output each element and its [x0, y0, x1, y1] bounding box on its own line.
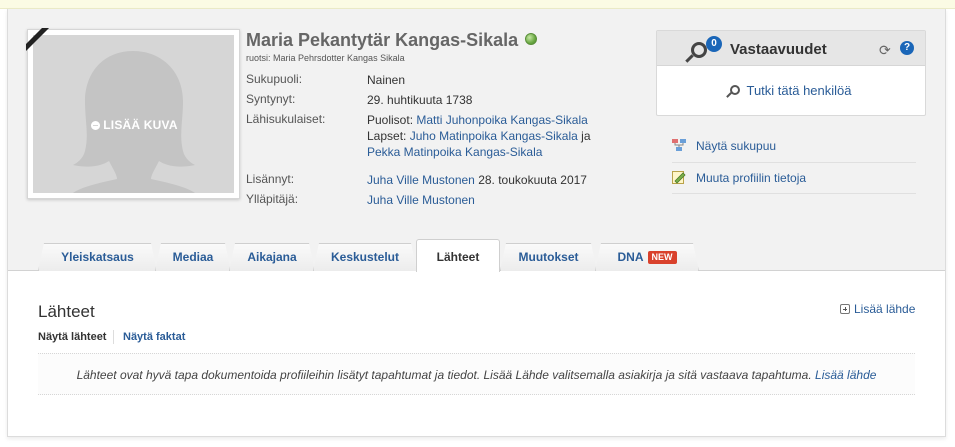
manager-value: Juha Ville Mustonen [367, 192, 475, 208]
tab-overview-label: Yleiskatsaus [61, 250, 134, 264]
add-source-button[interactable]: Lisää lähde [840, 302, 915, 316]
added-by-value: Juha Ville Mustonen 28. toukokuuta 2017 [367, 172, 587, 188]
refresh-icon[interactable]: ⟳ [879, 43, 891, 57]
tab-sources[interactable]: Lähteet [416, 239, 500, 272]
alternate-name: ruotsi: Maria Pehrsdotter Kangas Sikala [246, 53, 405, 63]
filter-divider [113, 330, 114, 344]
added-by-label: Lisännyt: [246, 172, 295, 186]
answers-panel: 0 Vastaavuudet ⟳ ? Tutki tätä henkilöä [656, 30, 926, 116]
children-line-2: Pekka Matinpoika Kangas-Sikala [367, 144, 542, 160]
tab-overview[interactable]: Yleiskatsaus [38, 243, 157, 271]
edit-profile-label: Muuta profiilin tietoja [696, 171, 807, 185]
relatives-label: Lähisukulaiset: [246, 112, 326, 126]
children-line: Lapset: Juho Matinpoika Kangas-Sikala ja [367, 128, 591, 144]
add-photo-label: LISÄÄ KUVA [103, 118, 178, 132]
gender-value: Nainen [367, 73, 406, 87]
sources-info-text: Lähteet ovat hyvä tapa dokumentoida prof… [76, 368, 812, 382]
answers-count-badge: 0 [706, 36, 722, 52]
sources-heading: Lähteet [38, 302, 95, 321]
top-notification-strip [0, 0, 955, 9]
tab-media[interactable]: Mediaa [155, 243, 231, 271]
plus-icon [91, 121, 101, 130]
spouse-link[interactable]: Matti Juhonpoika Kangas-Sikala [416, 113, 587, 127]
family-tree-icon [672, 139, 686, 152]
profile-name-text: Maria Pekantytär Kangas-Sikala [246, 30, 519, 50]
side-divider [672, 162, 916, 163]
show-family-tree-label: Näytä sukupuu [696, 139, 777, 153]
child-link-1[interactable]: Juho Matinpoika Kangas-Sikala [410, 129, 578, 143]
add-photo-button[interactable]: LISÄÄ KUVA [28, 118, 241, 132]
globe-icon [525, 33, 538, 45]
edit-icon [672, 170, 686, 184]
spouses-line: Puolisot: Matti Juhonpoika Kangas-Sikala [367, 112, 588, 128]
profile-photo[interactable]: LISÄÄ KUVA [27, 29, 240, 199]
show-sources-filter[interactable]: Näytä lähteet [38, 331, 106, 343]
research-person-link[interactable]: Tutki tätä henkilöä [657, 83, 925, 98]
research-person-label: Tutki tätä henkilöä [746, 83, 852, 98]
tab-discussions-label: Keskustelut [330, 250, 400, 264]
tab-discussions[interactable]: Keskustelut [313, 243, 417, 271]
search-icon [730, 85, 741, 95]
manager-label: Ylläpitäjä: [246, 192, 299, 206]
edit-profile-link[interactable]: Muuta profiilin tietoja [672, 170, 806, 185]
child-link-2[interactable]: Pekka Matinpoika Kangas-Sikala [367, 145, 542, 159]
profile-name: Maria Pekantytär Kangas-Sikala [246, 30, 538, 51]
female-silhouette-icon [73, 51, 195, 193]
spouses-prefix: Puolisot: [367, 113, 414, 127]
photo-corner-ribbon [26, 28, 52, 54]
sources-empty-info: Lähteet ovat hyvä tapa dokumentoida prof… [38, 353, 915, 395]
profile-header: LISÄÄ KUVA Maria Pekantytär Kangas-Sikal… [8, 9, 945, 272]
born-value: 29. huhtikuuta 1738 [367, 93, 473, 107]
profile-card: LISÄÄ KUVA Maria Pekantytär Kangas-Sikal… [7, 9, 946, 437]
tab-timeline-label: Aikajana [247, 250, 297, 264]
help-icon[interactable]: ? [900, 41, 914, 55]
born-label: Syntynyt: [246, 92, 296, 106]
added-by-link[interactable]: Juha Ville Mustonen [367, 173, 475, 187]
tab-changes[interactable]: Muutokset [500, 243, 597, 271]
tab-sources-label: Lähteet [436, 250, 480, 264]
tab-media-label: Mediaa [172, 250, 214, 264]
and-word: ja [581, 129, 591, 143]
add-source-label: Lisää lähde [854, 302, 916, 316]
children-prefix: Lapset: [367, 129, 407, 143]
new-badge: NEW [648, 251, 677, 264]
tab-dna[interactable]: DNA NEW [595, 243, 699, 271]
tab-dna-label: DNA [617, 250, 644, 264]
side-divider [672, 193, 916, 194]
manager-link[interactable]: Juha Ville Mustonen [367, 193, 475, 207]
photo-placeholder [33, 35, 234, 193]
add-icon [840, 304, 850, 314]
show-facts-filter[interactable]: Näytä faktat [123, 331, 185, 343]
answers-header: 0 Vastaavuudet ⟳ ? [657, 31, 925, 66]
answers-title[interactable]: Vastaavuudet [730, 41, 827, 58]
show-family-tree-link[interactable]: Näytä sukupuu [672, 139, 776, 153]
added-date: 28. toukokuuta 2017 [478, 173, 587, 187]
search-icon [691, 42, 707, 58]
sources-info-add-link[interactable]: Lisää lähde [815, 368, 876, 382]
tab-changes-label: Muutokset [518, 250, 579, 264]
tab-timeline[interactable]: Aikajana [229, 243, 315, 271]
gender-label: Sukupuoli: [246, 72, 303, 86]
